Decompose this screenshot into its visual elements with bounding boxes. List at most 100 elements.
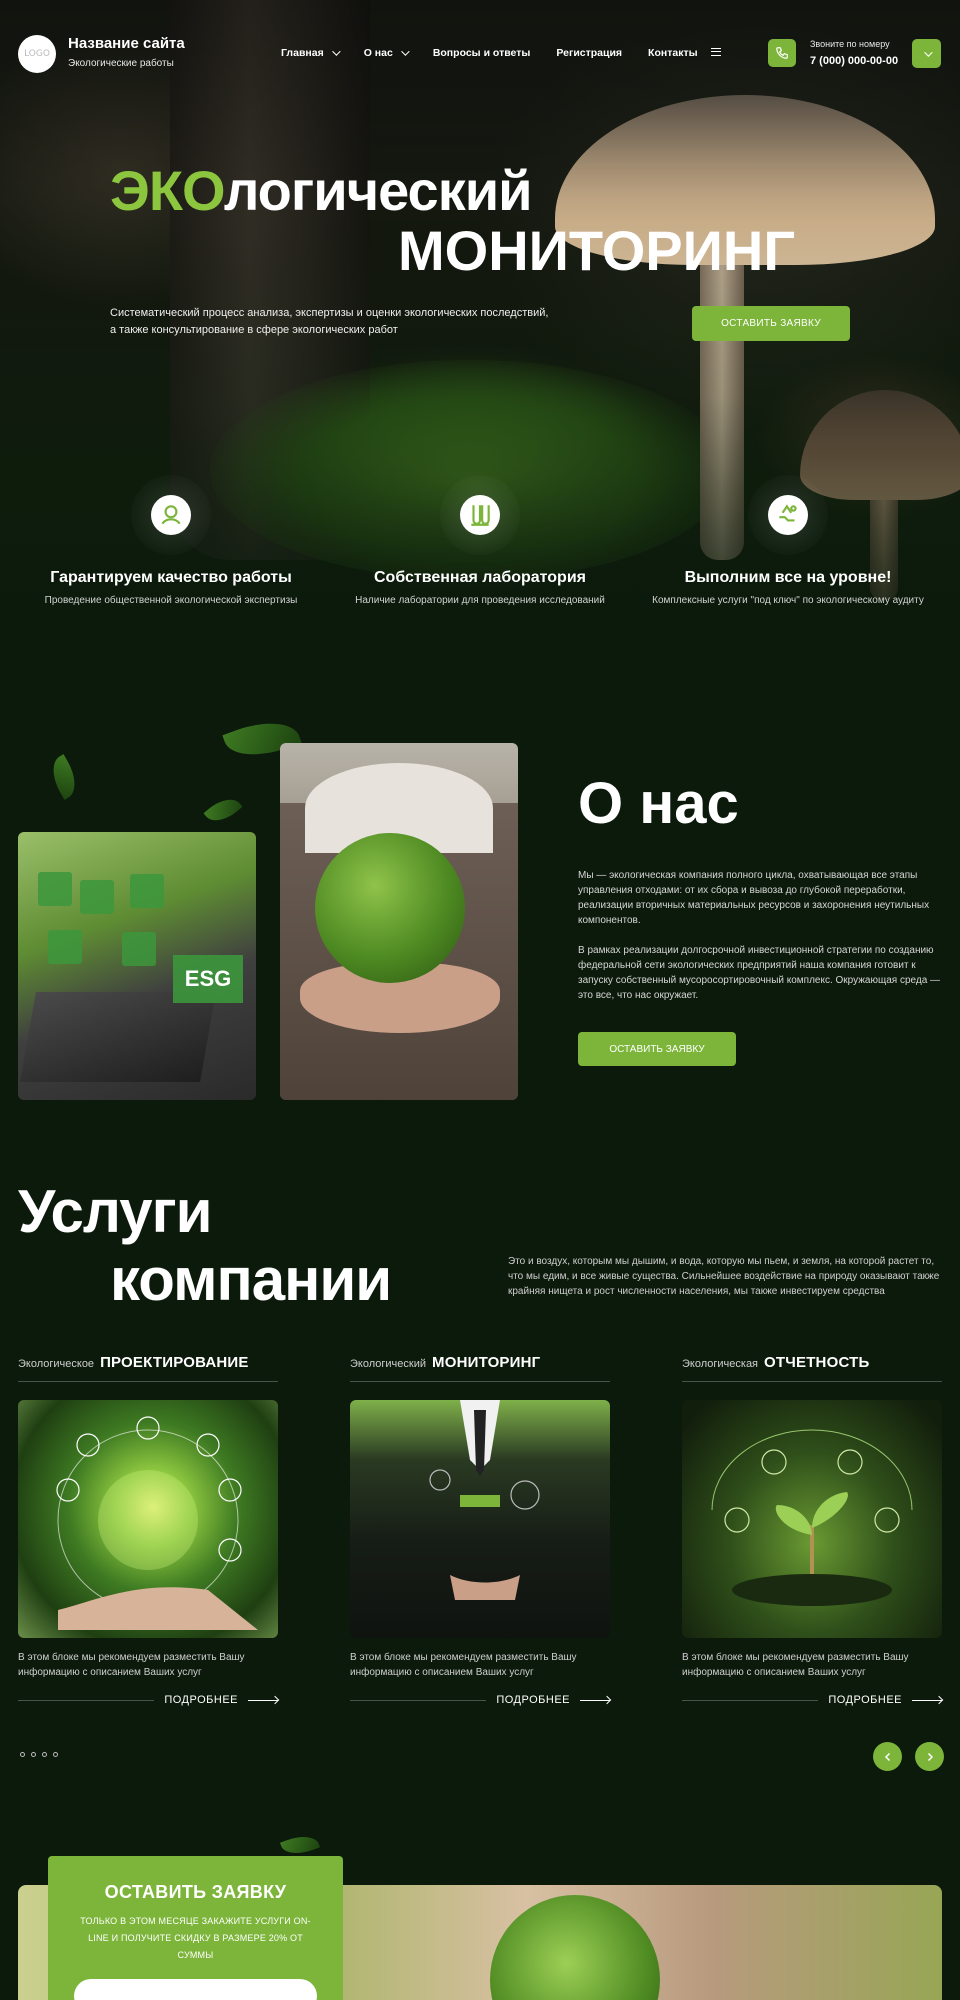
service-card-design: Экологическое ПРОЕКТИРОВАНИЕ В этом блок… — [18, 1354, 278, 1706]
chevron-right-icon — [927, 1752, 933, 1761]
esg-laptop-image: ESG — [18, 832, 256, 1100]
card-text: В этом блоке мы рекомендуем разместить В… — [682, 1652, 909, 1678]
card-prefix: Экологический — [350, 1358, 426, 1370]
request-form-field[interactable] — [74, 1979, 317, 2000]
more-label: ПОДРОБНЕЕ — [496, 1694, 570, 1706]
more-label: ПОДРОБНЕЕ — [828, 1694, 902, 1706]
site-subtitle: Экологические работы — [68, 58, 174, 69]
feature-text: Наличие лаборатории для проведения иссле… — [355, 595, 605, 606]
slider-dot[interactable] — [31, 1752, 36, 1757]
laptop-shape — [20, 992, 216, 1082]
eco-icons-overlay — [711, 1429, 913, 1606]
nav-item-label: О нас — [363, 47, 393, 59]
phone-label: Звоните по номеру — [810, 39, 890, 49]
card-title[interactable]: ПРОЕКТИРОВАНИЕ — [100, 1354, 249, 1371]
tile-shape — [48, 930, 82, 964]
moss-ball-shape — [315, 833, 465, 983]
nav-item-label: Контакты — [648, 47, 698, 59]
feature-title: Гарантируем качество работы — [50, 569, 292, 586]
feature-text: Комплексные услуги "под ключ" по экологи… — [652, 595, 924, 606]
service-card-monitoring: Экологический МОНИТОРИНГ В этом блоке мы… — [350, 1354, 610, 1706]
menu-icon[interactable] — [711, 48, 721, 56]
divider — [18, 1699, 155, 1701]
leaf-decoration — [203, 791, 243, 829]
card-heading: Экологический МОНИТОРИНГ — [350, 1354, 610, 1382]
slider-dots — [20, 1752, 58, 1757]
divider — [682, 1699, 819, 1701]
chevron-down-icon — [400, 47, 410, 56]
nav-item-registration[interactable]: Регистрация — [556, 47, 622, 59]
nav-item-label: Регистрация — [556, 47, 623, 59]
card-text: В этом блоке мы рекомендуем разместить В… — [18, 1652, 245, 1678]
divider — [350, 1699, 487, 1701]
about-paragraph-2: В рамках реализации долгосрочной инвести… — [578, 945, 941, 1001]
card-text: В этом блоке мы рекомендуем разместить В… — [350, 1652, 577, 1678]
quality-icon — [131, 475, 211, 555]
hero-title: ЭКОлогический — [110, 163, 533, 219]
hero-request-button[interactable]: ОСТАВИТЬ ЗАЯВКУ — [692, 306, 850, 341]
card-title[interactable]: ОТЧЕТНОСТЬ — [764, 1354, 869, 1371]
dropdown-button[interactable] — [912, 39, 941, 68]
nav-item-faq[interactable]: Вопросы и ответы — [433, 47, 531, 59]
site-title[interactable]: Название сайта — [68, 35, 185, 52]
nav-item-label: Главная — [281, 47, 324, 59]
hero-title-line2: МОНИТОРИНГ — [398, 219, 796, 282]
about-title: О нас — [578, 771, 739, 836]
request-form-panel: ОСТАВИТЬ ЗАЯВКУ ТОЛЬКО В ЭТОМ МЕСЯЦЕ ЗАК… — [48, 1856, 343, 2000]
hero-title-accent: ЭКО — [110, 159, 225, 222]
slider-dot[interactable] — [20, 1752, 25, 1757]
service-icon — [748, 475, 828, 555]
nav-item-contacts[interactable]: Контакты — [648, 47, 698, 59]
site-header: LOGO Название сайта Экологические работы… — [0, 0, 960, 100]
feature-lab: Собственная лаборатория Наличие лаборато… — [335, 475, 625, 606]
eco-icons-overlay — [56, 1416, 258, 1630]
logo-text: LOGO — [24, 49, 50, 59]
feature-text: Проведение общественной экологической эк… — [44, 595, 298, 606]
card-heading: Экологическое ПРОЕКТИРОВАНИЕ — [18, 1354, 278, 1382]
esg-label: ESG — [173, 955, 243, 1003]
slider-prev-button[interactable] — [873, 1742, 902, 1771]
slider-next-button[interactable] — [915, 1742, 944, 1771]
feature-service: Выполним все на уровне! Комплексные услу… — [643, 475, 933, 606]
moss-globe-image — [280, 743, 518, 1100]
nav-item-home[interactable]: Главная — [281, 47, 341, 59]
cta-title: ОСТАВИТЬ ЗАЯВКУ — [104, 1882, 287, 1902]
arrow-right-icon — [912, 1699, 942, 1701]
more-link[interactable]: ПОДРОБНЕЕ — [350, 1694, 610, 1706]
lab-icon — [440, 475, 520, 555]
hero-title-rest: логический — [223, 159, 533, 222]
feature-quality: Гарантируем качество работы Проведение о… — [26, 475, 316, 606]
nav-item-about[interactable]: О нас — [363, 47, 410, 59]
services-description: Это и воздух, которым мы дышим, и вода, … — [508, 1256, 940, 1297]
tile-shape — [80, 880, 114, 914]
businessman-eco-image[interactable] — [350, 1400, 610, 1638]
service-card-reporting: Экологическая ОТЧЕТНОСТЬ В этом блоке мы… — [682, 1354, 942, 1706]
slider-dot[interactable] — [53, 1752, 58, 1757]
more-link[interactable]: ПОДРОБНЕЕ — [18, 1694, 278, 1706]
chevron-down-icon — [923, 47, 933, 57]
page: LOGO Название сайта Экологические работы… — [0, 0, 960, 2000]
phone-icon — [776, 47, 788, 59]
tile-shape — [38, 872, 72, 906]
card-prefix: Экологическая — [682, 1358, 759, 1370]
services-title-line2: компании — [110, 1246, 392, 1313]
sprout-image[interactable] — [682, 1400, 942, 1638]
arrow-right-icon — [248, 1699, 278, 1701]
about-request-button[interactable]: ОСТАВИТЬ ЗАЯВКУ — [578, 1032, 736, 1066]
eco-icons-overlay — [429, 1400, 540, 1600]
nav-item-label: Вопросы и ответы — [432, 47, 531, 59]
card-prefix: Экологическое — [18, 1358, 95, 1370]
more-label: ПОДРОБНЕЕ — [164, 1694, 238, 1706]
globe-in-hand-image[interactable] — [18, 1400, 278, 1638]
phone-number[interactable]: 7 (000) 000-00-00 — [810, 55, 898, 67]
card-title[interactable]: МОНИТОРИНГ — [432, 1354, 540, 1371]
more-link[interactable]: ПОДРОБНЕЕ — [682, 1694, 942, 1706]
tile-shape — [122, 932, 156, 966]
phone-button[interactable] — [768, 39, 796, 67]
logo[interactable]: LOGO — [18, 35, 56, 73]
arrow-right-icon — [580, 1699, 610, 1701]
about-paragraph-1: Мы — экологическая компания полного цикл… — [578, 870, 930, 926]
slider-dot[interactable] — [42, 1752, 47, 1757]
feature-title: Собственная лаборатория — [374, 569, 586, 586]
tile-shape — [130, 874, 164, 908]
